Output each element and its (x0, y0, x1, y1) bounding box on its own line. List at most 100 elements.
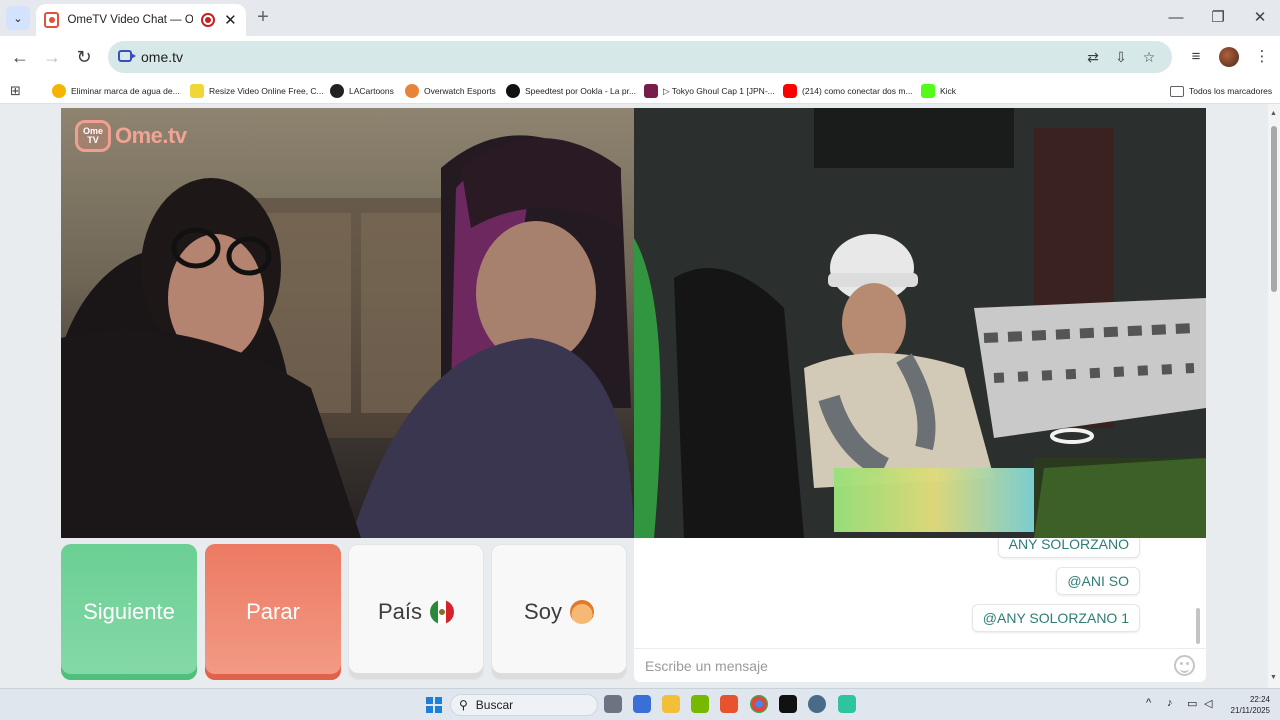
search-icon: ⚲ (459, 698, 468, 712)
mexico-flag-icon (430, 600, 455, 624)
address-url: ome.tv (141, 49, 184, 65)
country-button-label: País (377, 599, 423, 624)
bookmark-item[interactable]: Speedtest por Ookla - La pr... (506, 83, 636, 99)
translate-icon[interactable]: ⇄ (1084, 48, 1102, 66)
address-bar[interactable]: ome.tv ⇄ ⇩ ☆ (108, 41, 1172, 73)
clock-time: 22:24 (1249, 695, 1270, 704)
stranger-video-scene (61, 135, 634, 538)
bookmark-label: Overwatch Esports (424, 86, 496, 96)
store-icon[interactable] (633, 695, 651, 713)
bookmark-item[interactable]: ▷ Tokyo Ghoul Cap 1 [JPN-... (644, 83, 775, 99)
ometv-logo: Ome TV Ome.tv (75, 120, 187, 152)
new-tab-button[interactable]: + (252, 6, 274, 28)
stop-button-label: Parar (246, 599, 300, 624)
bookmark-favicon-icon (330, 84, 344, 98)
volume-icon[interactable]: ◁ (1204, 697, 1212, 710)
bookmark-label: LACartoons (349, 86, 394, 96)
taskbar-search-label: Buscar (475, 698, 514, 712)
bookmark-item[interactable]: Kick (921, 83, 956, 99)
bookmark-label: Eliminar marca de agua de... (71, 86, 180, 96)
tab-search-chevron-icon[interactable]: ⌄ (6, 6, 30, 30)
profile-avatar[interactable] (1219, 47, 1239, 67)
apps-grid-icon[interactable]: ⊞ (10, 83, 21, 99)
tab-strip: ⌄ OmeTV Video Chat — Omegle Rand ✕ + — ❐… (0, 0, 1280, 36)
bookmarks-bar: ⊞ Eliminar marca de agua de... Resize Vi… (0, 78, 1280, 104)
next-button[interactable]: Siguiente (61, 544, 197, 680)
clock-date: 21/11/2025 (1230, 706, 1270, 715)
tray-chevron-icon[interactable]: ^ (1146, 697, 1151, 709)
gender-button[interactable]: Soy (491, 544, 627, 680)
forward-arrow-icon[interactable]: → (40, 45, 64, 69)
tab-title: OmeTV Video Chat — Omegle Rand (67, 14, 194, 26)
bookmark-item[interactable]: Resize Video Online Free, C... (190, 83, 324, 99)
bookmark-item[interactable]: LACartoons (330, 83, 394, 99)
scroll-down-icon[interactable]: ▼ (1270, 674, 1277, 681)
taskbar-clock[interactable]: 22:24 21/11/2025 (1222, 694, 1270, 716)
chat-message: ANY SOLORZANO (997, 538, 1140, 558)
stranger-video: Ome TV Ome.tv (61, 108, 634, 538)
install-app-icon[interactable]: ⇩ (1112, 48, 1130, 66)
scroll-up-icon[interactable]: ▲ (1270, 110, 1277, 117)
logo-wordmark: Ome.tv (115, 123, 187, 148)
bookmark-label: Resize Video Online Free, C... (209, 86, 324, 96)
tab-close-icon[interactable]: ✕ (223, 11, 238, 29)
taskbar-search[interactable]: ⚲ Buscar (450, 694, 598, 716)
bookmark-favicon-icon (190, 84, 204, 98)
bookmark-favicon-icon (405, 84, 419, 98)
logo-badge: Ome TV (75, 120, 111, 152)
chat-input[interactable]: Escribe un mensaje (634, 648, 1206, 682)
gender-button-label: Soy (524, 599, 562, 624)
minimize-button[interactable]: — (1156, 8, 1196, 28)
task-view-icon[interactable] (604, 695, 622, 713)
recording-indicator-icon (201, 13, 215, 27)
bookmark-label: (214) como conectar dos m... (802, 86, 913, 96)
all-bookmarks-folder[interactable]: Todos los marcadores (1170, 83, 1272, 99)
brave-icon[interactable] (720, 695, 738, 713)
self-video (634, 108, 1206, 538)
control-buttons: Siguiente Parar País Soy (61, 544, 627, 682)
reading-list-icon[interactable]: ≡ (1186, 47, 1206, 67)
stop-button[interactable]: Parar (205, 544, 341, 680)
browser-toolbar: ← → ↻ ome.tv ⇄ ⇩ ☆ ≡ ⋮ (0, 36, 1280, 78)
tab-ometv[interactable]: OmeTV Video Chat — Omegle Rand ✕ (36, 4, 246, 36)
next-button-label: Siguiente (83, 599, 175, 624)
chat-scrollbar[interactable] (1196, 608, 1200, 644)
bookmark-favicon-icon (783, 84, 797, 98)
bookmark-star-icon[interactable]: ☆ (1140, 48, 1158, 66)
boy-emoji-icon (569, 600, 594, 624)
chat-message: @ANI SO (1056, 567, 1140, 595)
bookmark-favicon-icon (644, 84, 658, 98)
country-button[interactable]: País (348, 544, 484, 680)
settings-gear-icon[interactable] (808, 695, 826, 713)
camera-in-use-icon[interactable] (118, 50, 136, 62)
chat-input-placeholder: Escribe un mensaje (645, 658, 768, 674)
scroll-thumb[interactable] (1271, 126, 1277, 292)
windows-start-icon[interactable] (426, 697, 442, 713)
chat-panel: ANY SOLORZANO @ANI SO @ANY SOLORZANO 1 E… (634, 538, 1206, 682)
nvidia-icon[interactable] (691, 695, 709, 713)
close-window-button[interactable]: ✕ (1240, 8, 1280, 28)
reload-icon[interactable]: ↻ (72, 45, 96, 69)
back-arrow-icon[interactable]: ← (8, 45, 32, 69)
tiktok-icon[interactable] (779, 695, 797, 713)
bookmark-label: Speedtest por Ookla - La pr... (525, 86, 637, 96)
file-explorer-icon[interactable] (662, 695, 680, 713)
maximize-button[interactable]: ❐ (1198, 8, 1238, 28)
network-icon[interactable]: ▭ (1187, 697, 1197, 710)
menu-dots-icon[interactable]: ⋮ (1252, 47, 1272, 67)
self-video-scene (634, 108, 1206, 538)
chrome-icon[interactable] (750, 695, 768, 713)
chat-message: @ANY SOLORZANO 1 (971, 604, 1140, 632)
page-scrollbar[interactable]: ▲ ▼ (1268, 104, 1280, 688)
windows-taskbar: ⚲ Buscar ^ ♪ ▭ ◁ 22:24 21/11/2025 (0, 688, 1280, 720)
bookmark-item[interactable]: Overwatch Esports (405, 83, 496, 99)
bookmark-label: ▷ Tokyo Ghoul Cap 1 [JPN-... (663, 85, 775, 96)
microphone-icon[interactable]: ♪ (1167, 697, 1173, 709)
bookmark-label: Kick (940, 86, 957, 96)
bookmark-item[interactable]: Eliminar marca de agua de... (52, 83, 180, 99)
bookmark-favicon-icon (921, 84, 935, 98)
app-icon[interactable] (838, 695, 856, 713)
bookmark-item[interactable]: (214) como conectar dos m... (783, 83, 913, 99)
folder-icon (1170, 85, 1184, 97)
emoji-picker-icon[interactable] (1174, 655, 1195, 676)
